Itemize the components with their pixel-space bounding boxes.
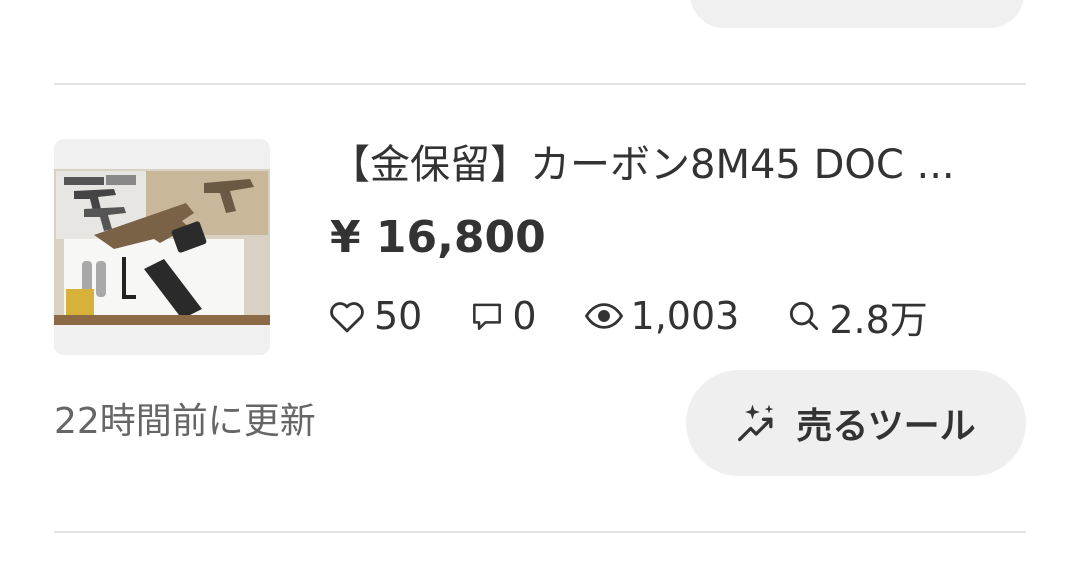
product-thumbnail[interactable] — [54, 139, 270, 355]
sell-tool-button[interactable]: 売るツール — [686, 370, 1026, 476]
listing-page: 【金保留】カーボン8M45 DOC ... ¥ 16,800 50 0 1,00… — [0, 0, 1080, 574]
updated-time: 22時間前に更新 — [54, 401, 316, 442]
listing-title[interactable]: 【金保留】カーボン8M45 DOC ... — [330, 140, 1020, 190]
searches-count: 2.8万 — [829, 297, 928, 342]
sell-tool-label: 売るツール — [796, 406, 976, 447]
sparkle-trend-icon — [738, 404, 774, 442]
search-icon — [790, 301, 819, 331]
listing-stats: 50 0 1,003 2.8万 — [326, 290, 928, 342]
likes-count: 50 — [374, 294, 423, 338]
comments-count: 0 — [512, 294, 537, 338]
views-stat: 1,003 — [583, 294, 740, 338]
heart-icon — [330, 302, 364, 333]
listing-price: ¥ 16,800 — [330, 212, 546, 263]
eye-icon — [584, 303, 623, 329]
comment-icon — [473, 303, 502, 330]
divider-bottom — [54, 531, 1026, 533]
comments-stat[interactable]: 0 — [468, 294, 537, 338]
likes-stat[interactable]: 50 — [326, 294, 422, 338]
searches-stat: 2.8万 — [785, 289, 928, 344]
divider-top — [54, 83, 1026, 85]
views-count: 1,003 — [630, 294, 740, 338]
previous-item-button[interactable] — [690, 0, 1024, 28]
